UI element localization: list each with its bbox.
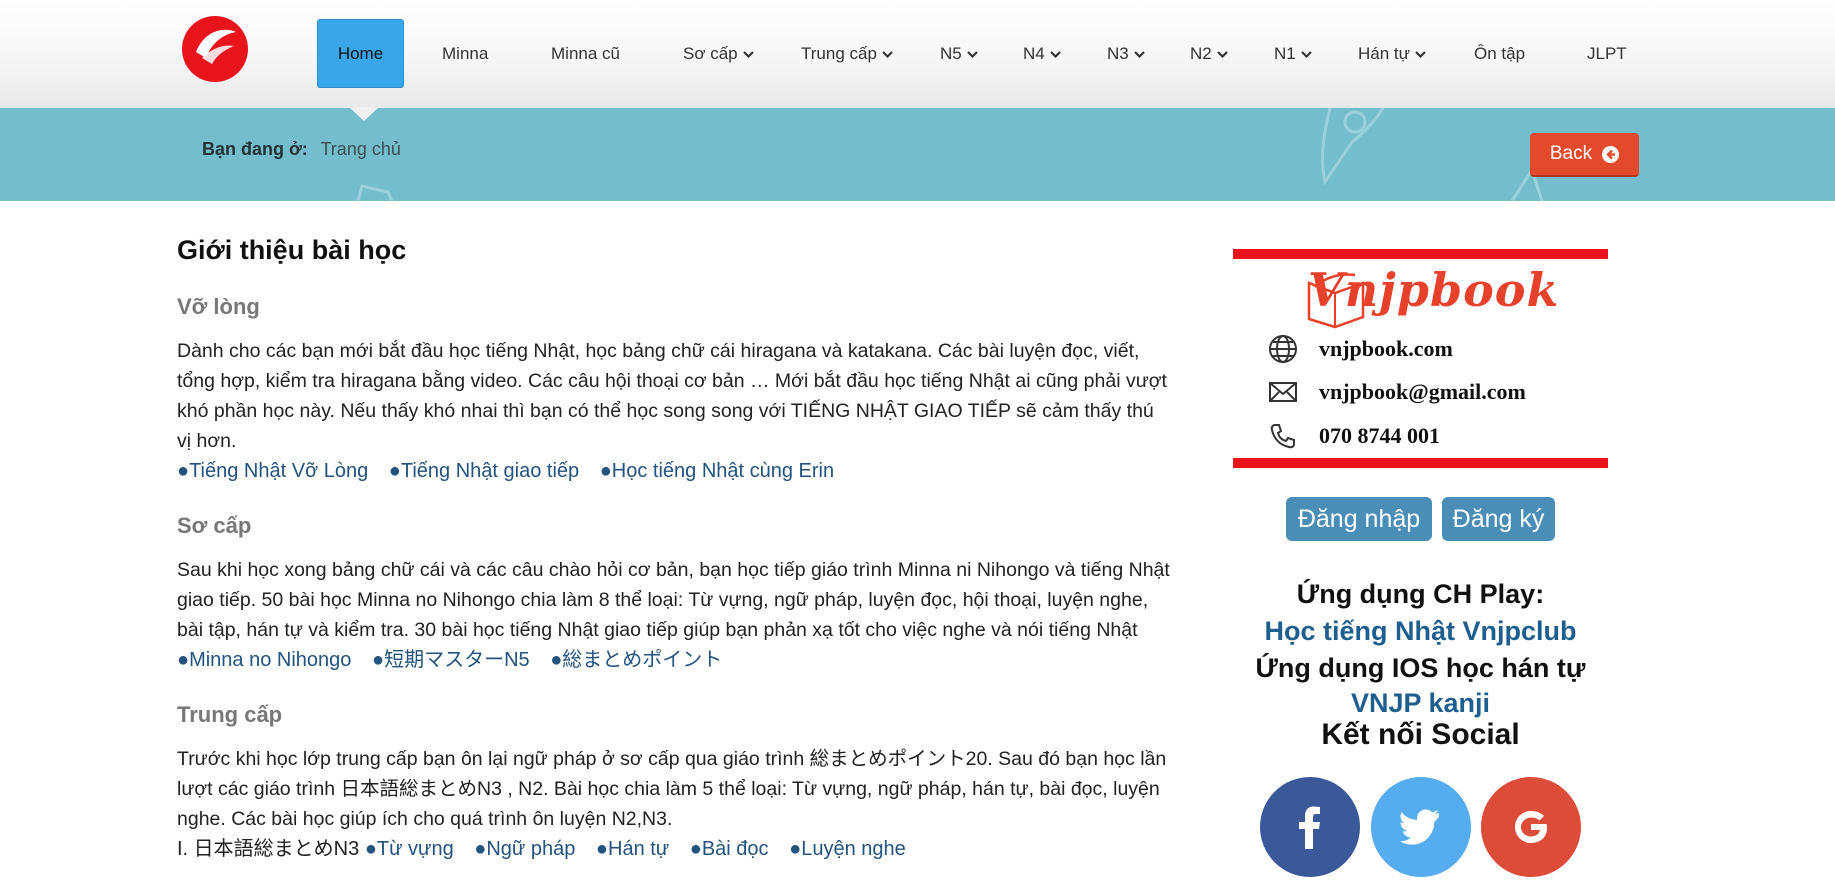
section-text-trung-cap: Trước khi học lớp trung cấp bạn ôn lại n… — [177, 748, 1167, 830]
chevron-down-icon — [742, 50, 754, 58]
nav-n4[interactable]: N4 — [1023, 0, 1062, 108]
section-text-vo-long: Dành cho các bạn mới bắt đầu học tiếng N… — [177, 340, 1167, 452]
chevron-down-icon — [1049, 50, 1061, 58]
arrow-left-circle-icon — [1602, 145, 1620, 163]
nav-minna[interactable]: Minna — [442, 0, 488, 108]
link-bai-doc[interactable]: ●Bài đọc — [690, 838, 769, 860]
nav-jlpt[interactable]: JLPT — [1587, 0, 1627, 108]
link-tieng-nhat-vo-long[interactable]: ●Tiếng Nhật Vỡ Lòng — [177, 460, 368, 482]
card-phone: 070 8744 001 — [1319, 423, 1440, 448]
nav-trung-cap-label: Trung cấp — [801, 44, 877, 63]
link-soumatome-point[interactable]: ●総まとめポイント — [550, 649, 722, 671]
app-links: Ứng dụng CH Play: Học tiếng Nhật Vnjpclu… — [1233, 576, 1608, 719]
app-ch-play-link[interactable]: Học tiếng Nhật Vnjpclub — [1233, 613, 1608, 650]
nav-minna-cu[interactable]: Minna cũ — [551, 0, 620, 108]
link-tanki-master-n5[interactable]: ●短期マスターN5 — [372, 649, 530, 671]
card-website: vnjpbook.com — [1319, 336, 1453, 361]
link-tieng-nhat-giao-tiep[interactable]: ●Tiếng Nhật giao tiếp — [389, 460, 579, 482]
breadcrumb-home-link[interactable]: Trang chủ — [320, 139, 400, 159]
nav-n3-label: N3 — [1107, 44, 1129, 63]
nav-on-tap[interactable]: Ôn tập — [1474, 0, 1525, 108]
back-button[interactable]: Back — [1530, 133, 1639, 177]
social-heading: Kết nối Social — [1321, 718, 1520, 751]
card-bottom-bar — [1233, 458, 1608, 468]
phone-icon — [1267, 420, 1299, 452]
nav-on-tap-label: Ôn tập — [1474, 44, 1526, 63]
page-title: Giới thiệu bài học — [177, 235, 407, 265]
card-website-row: vnjpbook.com — [1267, 333, 1453, 365]
chevron-down-icon — [1415, 50, 1426, 58]
section-links-trung-cap: I. 日本語総まとめN3 ●Từ vựng ●Ngữ pháp ●Hán tự … — [177, 834, 1177, 864]
facebook-icon — [1299, 806, 1320, 849]
back-button-label: Back — [1549, 143, 1593, 164]
nav-n5[interactable]: N5 — [940, 0, 979, 108]
nav-n1-label: N1 — [1274, 44, 1296, 63]
chevron-down-icon — [966, 50, 978, 58]
app-ios-heading: Ứng dụng IOS học hán tự — [1255, 653, 1586, 683]
top-navbar: Home Minna Minna cũ Sơ cấp Trung cấp N5 … — [0, 0, 1835, 108]
nav-han-tu-label: Hán tự — [1358, 44, 1411, 63]
section-links-so-cap: ●Minna no Nihongo ●短期マスターN5 ●総まとめポイント — [177, 645, 1177, 675]
section-heading-trung-cap: Trung cấp — [177, 702, 283, 727]
nav-jlpt-label: JLPT — [1587, 44, 1627, 63]
register-button[interactable]: Đăng ký — [1442, 497, 1555, 541]
active-nav-pointer — [349, 107, 379, 121]
card-email-row: vnjpbook@gmail.com — [1267, 376, 1526, 408]
breadcrumb: Bạn đang ở: Trang chủ — [202, 139, 401, 160]
globe-icon — [1267, 333, 1299, 365]
lesson-intro: Giới thiệu bài học Vỡ lòng Dành cho các … — [177, 232, 1177, 888]
app-ch-play-heading: Ứng dụng CH Play: — [1296, 579, 1545, 609]
chevron-down-icon — [1133, 50, 1145, 58]
link-minna-no-nihongo[interactable]: ●Minna no Nihongo — [177, 649, 351, 671]
card-top-bar — [1233, 249, 1608, 259]
nav-n3[interactable]: N3 — [1107, 0, 1146, 108]
section-links-vo-long: ●Tiếng Nhật Vỡ Lòng ●Tiếng Nhật giao tiế… — [177, 456, 1177, 486]
social-section: Kết nối Social — [1233, 716, 1608, 753]
nav-minna-label: Minna — [442, 44, 489, 63]
nav-trung-cap[interactable]: Trung cấp — [801, 0, 894, 108]
nav-n2-label: N2 — [1190, 44, 1212, 63]
nav-n5-label: N5 — [940, 44, 962, 63]
section-heading-so-cap: Sơ cấp — [177, 513, 252, 538]
section-text-so-cap: Sau khi học xong bảng chữ cái và các câu… — [177, 559, 1170, 641]
google-button[interactable] — [1481, 777, 1581, 877]
link-luyen-nghe[interactable]: ●Luyện nghe — [789, 838, 906, 860]
facebook-button[interactable] — [1260, 777, 1360, 877]
login-button[interactable]: Đăng nhập — [1286, 497, 1432, 541]
twitter-icon — [1400, 809, 1439, 845]
nav-n1[interactable]: N1 — [1274, 0, 1313, 108]
vnjpbook-contact-card[interactable]: Vnjpbook vnjpbook.com vnjpbook@gmail.com… — [1233, 249, 1608, 468]
breadcrumb-prefix: Bạn đang ở: — [202, 139, 308, 159]
nav-n4-label: N4 — [1023, 44, 1045, 63]
section-heading-vo-long: Vỡ lòng — [177, 294, 260, 319]
twitter-button[interactable] — [1371, 777, 1471, 877]
nav-minna-cu-label: Minna cũ — [551, 44, 620, 63]
nav-home[interactable]: Home — [317, 19, 404, 88]
nav-so-cap-label: Sơ cấp — [683, 44, 738, 63]
site-logo[interactable] — [178, 14, 252, 84]
chevron-down-icon — [1300, 50, 1312, 58]
link-ngu-phap[interactable]: ●Ngữ pháp — [474, 838, 575, 860]
card-brand: Vnjpbook — [1308, 263, 1560, 317]
link-hoc-tieng-nhat-cung-erin[interactable]: ●Học tiếng Nhật cùng Erin — [600, 460, 834, 482]
link-han-tu[interactable]: ●Hán tự — [596, 838, 669, 860]
google-icon — [1515, 811, 1547, 843]
link-tu-vung[interactable]: ●Từ vựng — [365, 838, 454, 860]
app-ios-link[interactable]: VNJP kanji — [1233, 687, 1608, 719]
nav-so-cap[interactable]: Sơ cấp — [683, 0, 755, 108]
nav-han-tu[interactable]: Hán tự — [1358, 0, 1427, 108]
chevron-down-icon — [882, 50, 893, 58]
envelope-icon — [1267, 376, 1299, 408]
chevron-down-icon — [1216, 50, 1228, 58]
nav-n2[interactable]: N2 — [1190, 0, 1229, 108]
card-phone-row: 070 8744 001 — [1267, 420, 1440, 452]
line-prefix-soumatome-n3: I. 日本語総まとめN3 — [177, 838, 360, 860]
card-email: vnjpbook@gmail.com — [1319, 379, 1526, 404]
